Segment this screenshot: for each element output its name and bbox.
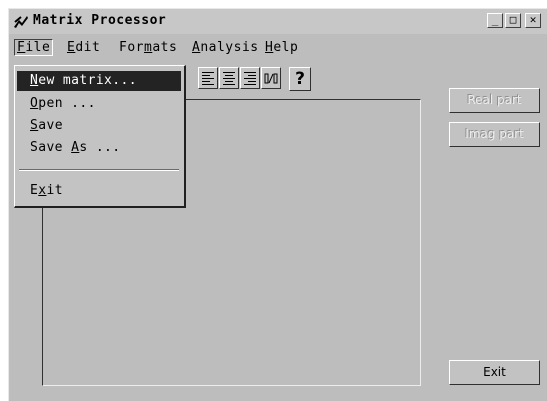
menu-item-open[interactable]: Open ... [17, 94, 181, 114]
real-part-label: Real part [467, 93, 522, 107]
menu-help[interactable]: Help [265, 40, 298, 55]
menu-formats-pre: For [119, 40, 144, 55]
exit-pre: E [30, 183, 39, 198]
help-button[interactable]: ? [289, 67, 311, 91]
imag-part-button[interactable]: Imag part [449, 122, 540, 147]
menu-formats-rest: ats [152, 40, 178, 55]
close-icon: ✕ [529, 13, 537, 26]
matrix-processor-window: Matrix Processor _ □ ✕ File Edit Formats… [8, 8, 547, 401]
save-as-pre: Save [30, 140, 72, 155]
menu-item-new-matrix[interactable]: New matrix... [17, 71, 181, 91]
menu-edit[interactable]: Edit [67, 40, 100, 55]
imag-part-label: Imag part [465, 127, 524, 141]
menu-formats[interactable]: Formats [119, 40, 177, 55]
maximize-button[interactable]: □ [505, 13, 521, 28]
exit-rest: it [46, 183, 63, 198]
menu-analysis[interactable]: Analysis [192, 40, 259, 55]
menu-bar: File Edit Formats Analysis Help [9, 37, 547, 59]
save-accel: S [30, 118, 39, 133]
close-button[interactable]: ✕ [525, 13, 541, 28]
open-rest: pen ... [38, 96, 96, 111]
menu-item-save-as[interactable]: Save As ... [17, 138, 181, 158]
menu-item-exit[interactable]: Exit [17, 181, 181, 201]
align-right-button[interactable] [240, 67, 260, 89]
title-bar[interactable]: Matrix Processor _ □ ✕ [9, 9, 547, 34]
app-icon [14, 16, 28, 28]
new-matrix-rest: ew matrix... [38, 73, 137, 88]
save-rest: ave [38, 118, 63, 133]
exit-button[interactable]: Exit [449, 360, 540, 385]
align-center-button[interactable] [219, 67, 239, 89]
menu-item-save[interactable]: Save [17, 116, 181, 136]
minimize-icon: _ [491, 13, 499, 26]
menu-file-rest: ile [25, 40, 51, 55]
align-right-icon [244, 72, 256, 85]
maximize-icon: □ [509, 13, 517, 26]
fraction-format-button[interactable] [261, 67, 281, 89]
menu-analysis-rest: nalysis [200, 40, 259, 55]
exit-label: Exit [483, 365, 506, 379]
align-left-button[interactable] [198, 67, 218, 89]
help-icon: ? [295, 69, 305, 89]
fraction-icon [264, 73, 278, 84]
real-part-button[interactable]: Real part [449, 88, 540, 113]
open-accel: O [30, 96, 39, 111]
window-title: Matrix Processor [33, 13, 167, 28]
minimize-button[interactable]: _ [487, 13, 503, 28]
menu-separator [19, 169, 179, 171]
save-as-rest: s ... [79, 140, 121, 155]
file-menu-dropdown: New matrix... Open ... Save Save As ... … [14, 65, 186, 208]
menu-help-rest: elp [273, 40, 299, 55]
align-center-icon [223, 72, 235, 85]
new-matrix-accel: N [30, 73, 39, 88]
menu-file[interactable]: File [14, 39, 54, 56]
align-left-icon [202, 72, 214, 85]
menu-edit-rest: dit [75, 40, 101, 55]
